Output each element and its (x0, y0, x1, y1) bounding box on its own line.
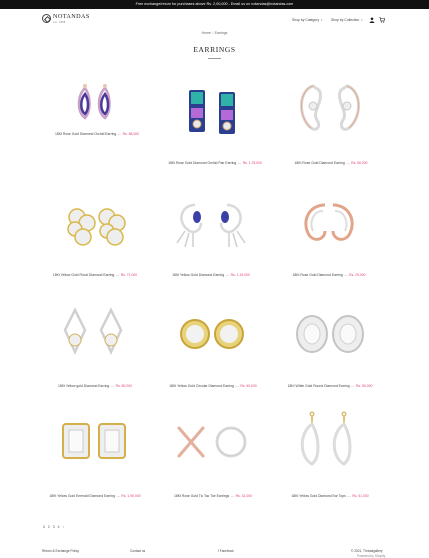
footer-facebook-label: Facebook (219, 549, 234, 553)
product-price: Rs. 71,000 (120, 273, 138, 277)
chevron-down-icon: ▾ (361, 19, 363, 22)
product-image[interactable] (55, 302, 135, 384)
page-title: EARRINGS (193, 45, 236, 54)
page-link-4[interactable]: 4 (58, 525, 60, 529)
product-price: Rs. 80,000 (115, 384, 133, 388)
price-separator: — (237, 161, 242, 165)
price-separator: — (235, 384, 239, 388)
product-caption[interactable]: 18Kt Rose Gold Diamond Orchid Earring — Rs… (37, 132, 157, 136)
price-separator: — (116, 494, 120, 498)
breadcrumb: Home / Earrings (0, 31, 429, 35)
cart-icon[interactable] (379, 17, 385, 23)
product-image[interactable] (175, 78, 255, 160)
footer-copyright: © 2021, Threadgallery (351, 549, 383, 553)
product-image[interactable] (173, 302, 253, 384)
price-separator: — (347, 494, 351, 498)
brand-logo[interactable]: NOTANDAS est. 1888 (42, 13, 90, 24)
chevron-down-icon: ▾ (321, 19, 323, 22)
price-separator: — (115, 273, 120, 277)
product-name: 18Kt Yellow Gold Diamond Ear Tops (291, 494, 346, 498)
price-separator: — (110, 384, 115, 388)
product-name: 18Kt White Gold Round Diamond Earring (287, 384, 350, 388)
product-price: Rs. 88,000 (122, 132, 140, 136)
breadcrumb-home[interactable]: Home (202, 31, 211, 35)
product-price: Rs. 95,000 (356, 384, 373, 388)
page-link-1[interactable]: 1 (43, 525, 45, 529)
product-caption[interactable]: 18Kt Yellow Gold Floral Diamond Earring —… (35, 273, 155, 277)
breadcrumb-current: Earrings (214, 31, 228, 35)
product-price: Rs. 31,000 (235, 494, 253, 498)
product-name: 18Kt Yellow Gold Circular Diamond Earrin… (169, 384, 234, 388)
next-page-arrow-icon[interactable]: › (63, 525, 64, 529)
product-image[interactable] (173, 412, 253, 494)
product-name: 18Kt Rose Gold Diamond Orchid Earring (54, 132, 117, 136)
product-name: 18Kt Yellow gold Diamond Earring (57, 384, 110, 388)
product-image[interactable] (55, 191, 135, 273)
product-caption[interactable]: 18Kt Rose Gold Diamond Orchid Pair Earri… (155, 161, 275, 165)
title-divider (208, 58, 221, 59)
nav-collection-label: Shop by Collection (331, 18, 360, 22)
footer-link-return-policy[interactable]: Return & Exchange Policy (42, 549, 79, 553)
product-caption[interactable]: 18Kt Yellow Gold Emerald Diamond Earring… (35, 494, 155, 498)
footer-link-facebook[interactable]: f Facebook (218, 549, 234, 553)
product-name: 18Kt Rose Gold Diamond Orchid Pair Earri… (168, 161, 237, 165)
product-name: 18Kt Rose Gold Diamond Earring (294, 161, 345, 165)
product-caption[interactable]: 18Kt Rose Gold Diamond Earring — Rs. 25,00… (269, 273, 389, 277)
price-separator: — (225, 273, 230, 277)
product-image[interactable] (289, 191, 369, 273)
product-caption[interactable]: 18Kt Yellow gold Diamond Earring — Rs. 80,… (35, 384, 155, 388)
page-link-3[interactable]: 3 (53, 525, 55, 529)
price-separator: — (346, 161, 350, 165)
product-price: Rs. 25,000 (349, 273, 366, 277)
announcement-bar: Free exchange/return for purchases above… (0, 0, 429, 9)
nav-category-label: Shop by Category (292, 18, 320, 22)
product-price: Rs. 1,90,000 (121, 494, 141, 498)
product-caption[interactable]: 18Kt White Gold Round Diamond Earring — Rs… (270, 384, 390, 388)
product-caption[interactable]: 18Kt Yellow Gold Circular Diamond Earrin… (153, 384, 273, 388)
product-name: 18Kt Yellow Gold Floral Diamond Earring (52, 273, 115, 277)
page-link-2[interactable]: 2 (48, 525, 50, 529)
price-separator: — (351, 384, 355, 388)
product-image[interactable] (57, 68, 137, 150)
product-name: 18Kt Yellow Gold Diamond Earring (172, 273, 225, 277)
price-separator: — (117, 132, 122, 136)
breadcrumb-separator: / (212, 31, 214, 35)
product-price: Rs. 60,000 (240, 384, 257, 388)
footer-link-contact[interactable]: Contact us (130, 549, 145, 553)
product-price: Rs. 1,15,000 (230, 273, 250, 277)
product-image[interactable] (290, 302, 370, 384)
price-separator: — (230, 494, 235, 498)
product-caption[interactable]: 18Kt Rose Gold Tic Tac Toe Earrings — Rs. … (153, 494, 273, 498)
product-name: 18Kt Rose Gold Tic Tac Toe Earrings (173, 494, 230, 498)
product-image[interactable] (290, 408, 370, 490)
site-header: NOTANDAS est. 1888 Shop by Category ▾ Sho… (0, 9, 429, 31)
product-caption[interactable]: 18Kt Yellow Gold Diamond Ear Tops — Rs. 51… (270, 494, 390, 498)
product-image[interactable] (171, 191, 251, 273)
product-price: Rs. 1,76,000 (242, 161, 262, 165)
product-name: 18Kt Rose Gold Diamond Earring (292, 273, 343, 277)
product-name: 18Kt Yellow Gold Emerald Diamond Earring (49, 494, 115, 498)
user-icon[interactable] (369, 17, 375, 23)
pagination: 1 2 3 4 › (43, 525, 67, 529)
product-price: Rs. 51,000 (352, 494, 369, 498)
price-separator: — (344, 273, 348, 277)
product-caption[interactable]: 18Kt Yellow Gold Diamond Earring — Rs. 1,1… (151, 273, 271, 277)
product-price: Rs. 66,000 (351, 161, 368, 165)
footer-powered-by[interactable]: Powered by Shopify (357, 554, 385, 558)
product-image[interactable] (291, 76, 371, 158)
brand-tagline: est. 1888 (53, 20, 66, 24)
product-image[interactable] (55, 412, 135, 494)
nav-shop-by-collection[interactable]: Shop by Collection ▾ (331, 18, 363, 22)
product-caption[interactable]: 18Kt Rose Gold Diamond Earring — Rs. 66,00… (271, 161, 391, 165)
logo-mark-icon (42, 14, 51, 24)
nav-shop-by-category[interactable]: Shop by Category ▾ (292, 18, 322, 22)
